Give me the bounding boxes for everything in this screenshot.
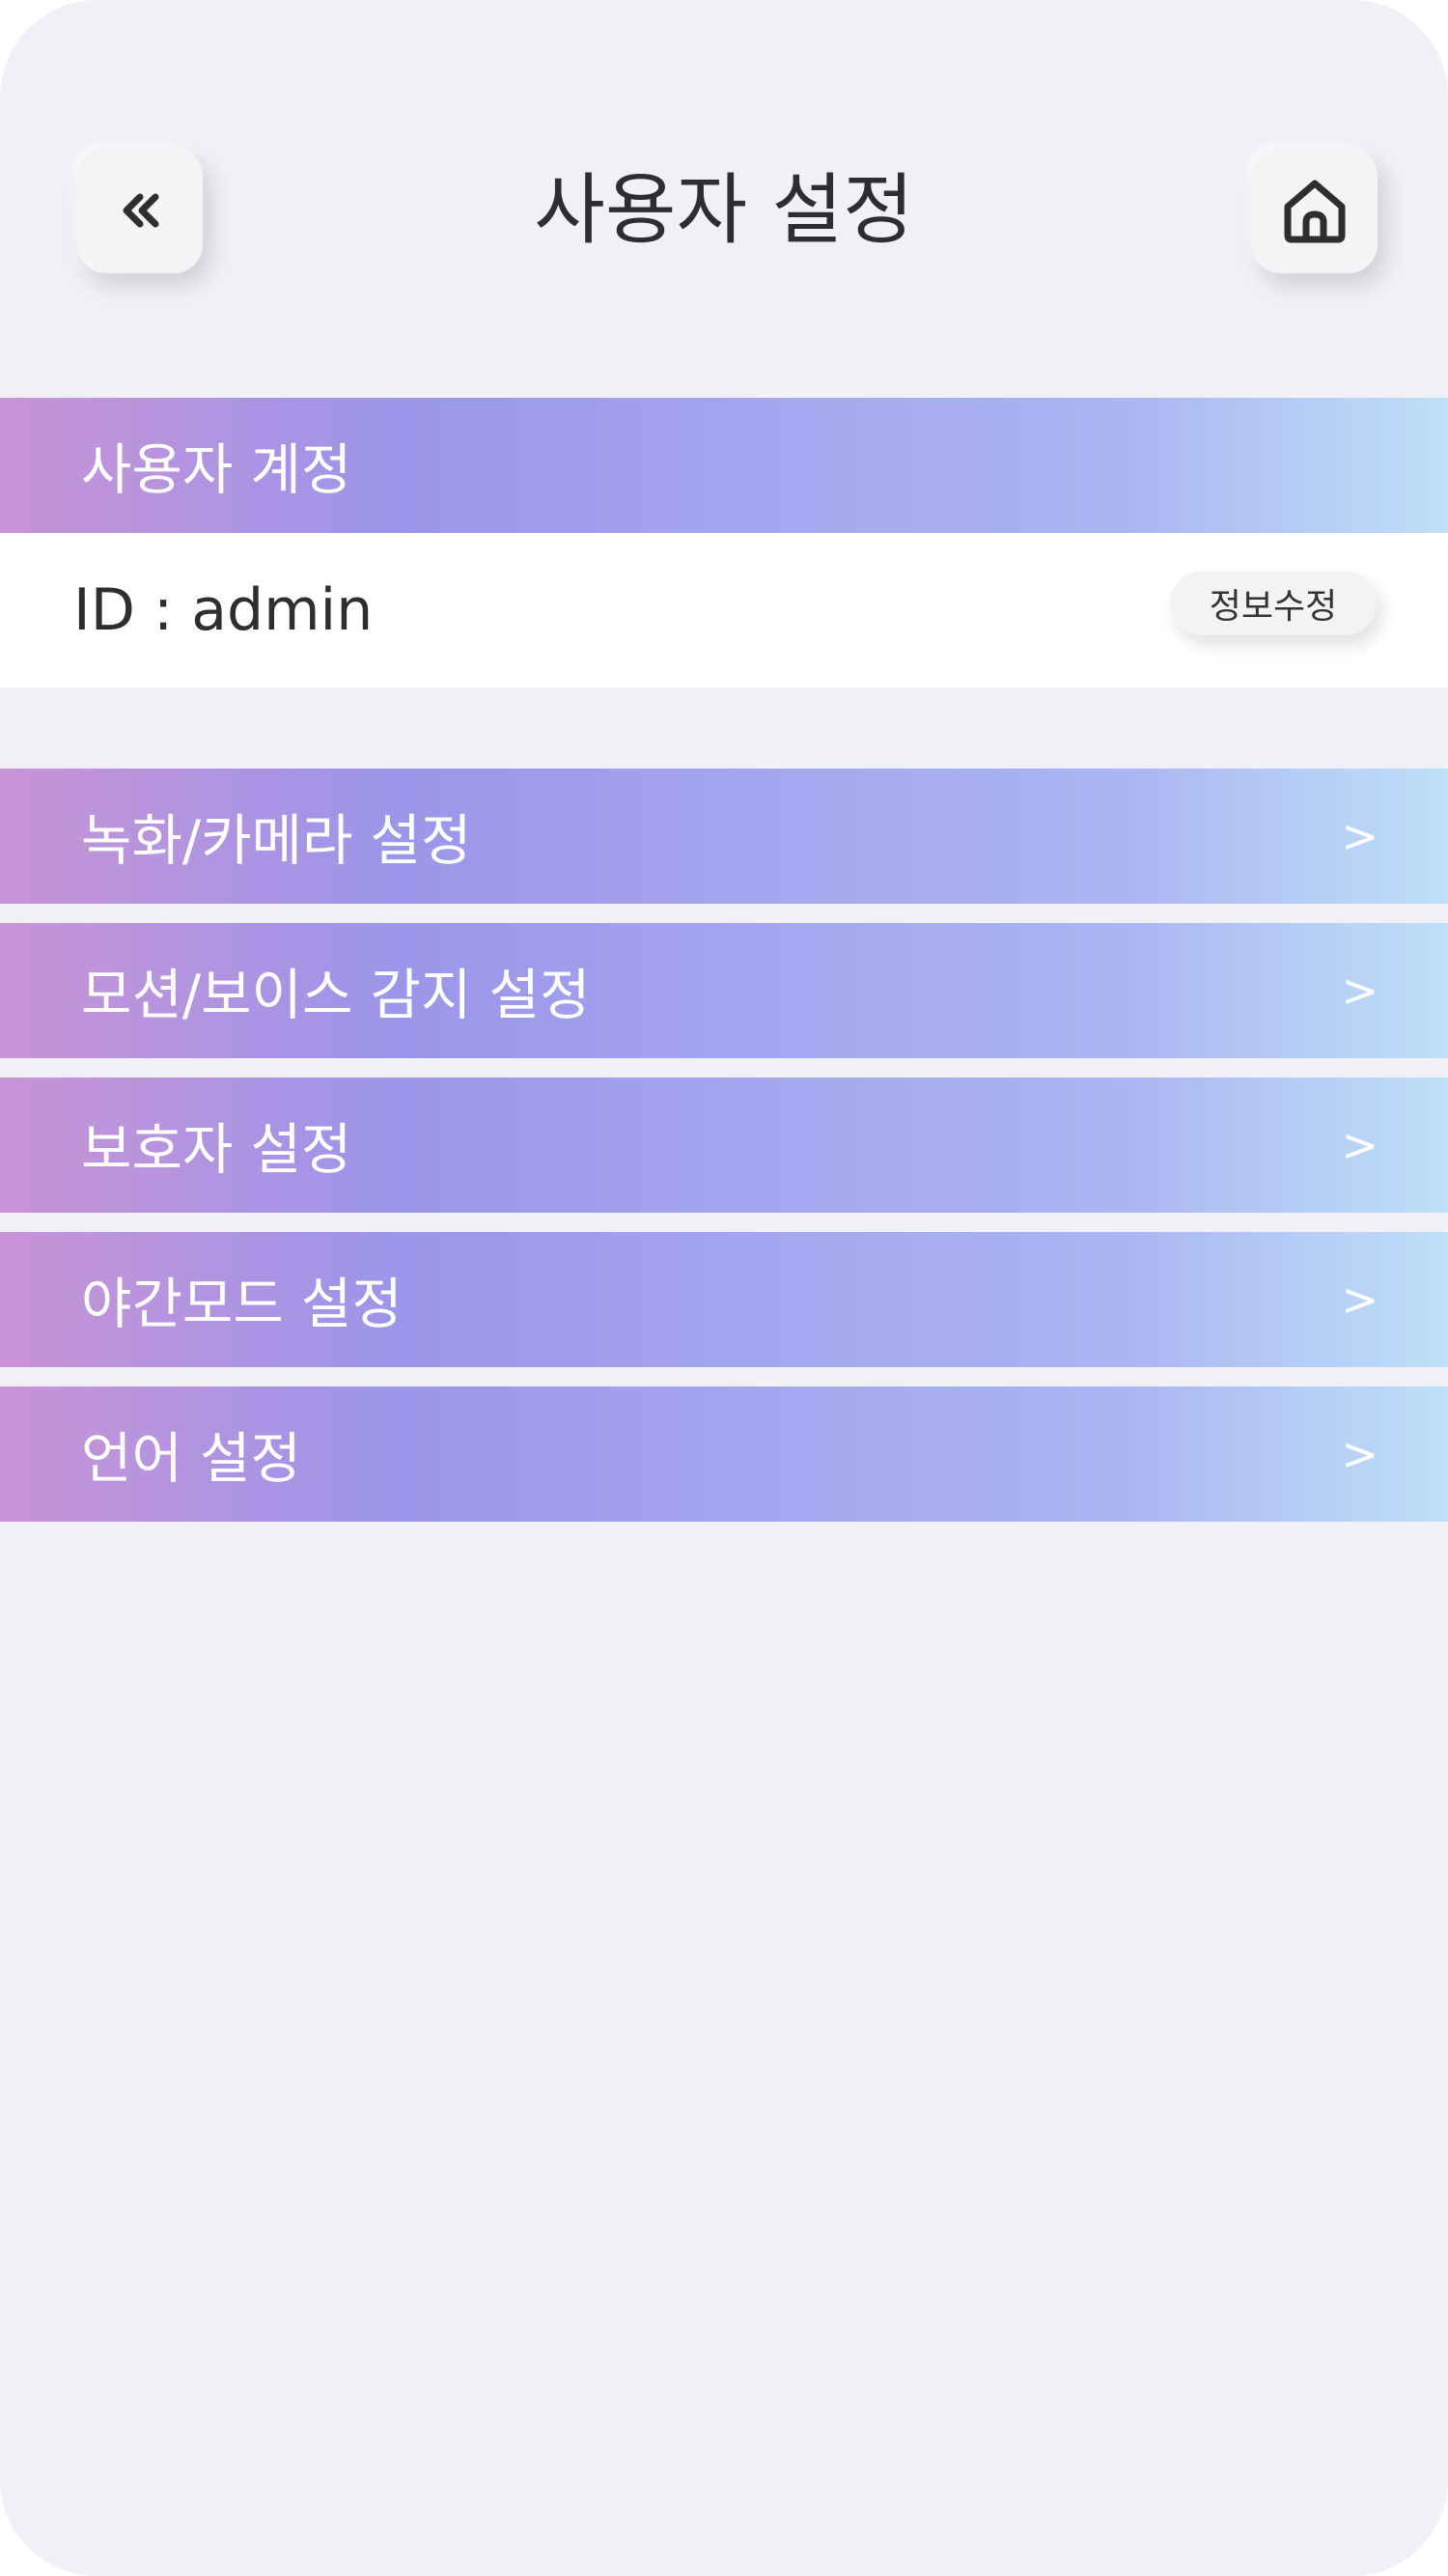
chevron-right-icon: > — [1341, 1428, 1378, 1480]
chevron-right-icon: > — [1341, 1274, 1378, 1326]
menu-item-guardian[interactable]: 보호자 설정 > — [0, 1078, 1448, 1213]
menu-item-night-mode[interactable]: 야간모드 설정 > — [0, 1232, 1448, 1367]
header: 사용자 설정 — [0, 0, 1448, 319]
chevron-right-icon: > — [1341, 810, 1378, 862]
account-id-text: ID : admin — [73, 576, 374, 644]
settings-screen: 사용자 설정 사용자 계정 ID : admin 정보수정 녹화/카메라 설정 … — [0, 0, 1448, 2576]
home-button[interactable] — [1252, 148, 1378, 273]
menu-item-motion-voice[interactable]: 모션/보이스 감지 설정 > — [0, 923, 1448, 1058]
chevron-right-icon: > — [1341, 1119, 1378, 1171]
edit-info-button[interactable]: 정보수정 — [1170, 572, 1377, 635]
double-chevron-left-icon — [123, 193, 159, 228]
chevron-right-icon: > — [1341, 965, 1378, 1017]
home-icon — [1284, 180, 1346, 243]
page-title: 사용자 설정 — [534, 165, 914, 255]
account-section-label: 사용자 계정 — [81, 438, 352, 502]
menu-item-label: 모션/보이스 감지 설정 — [81, 964, 591, 1027]
menu-item-recording-camera[interactable]: 녹화/카메라 설정 > — [0, 769, 1448, 904]
account-row: ID : admin 정보수정 — [0, 533, 1448, 687]
menu-item-language[interactable]: 언어 설정 > — [0, 1386, 1448, 1522]
menu-item-label: 언어 설정 — [81, 1427, 301, 1491]
menu-item-label: 보호자 설정 — [81, 1118, 352, 1182]
menu-item-label: 야간모드 설정 — [81, 1273, 403, 1336]
account-section-header: 사용자 계정 — [0, 398, 1448, 533]
menu-item-label: 녹화/카메라 설정 — [81, 809, 472, 873]
back-button[interactable] — [77, 148, 203, 273]
